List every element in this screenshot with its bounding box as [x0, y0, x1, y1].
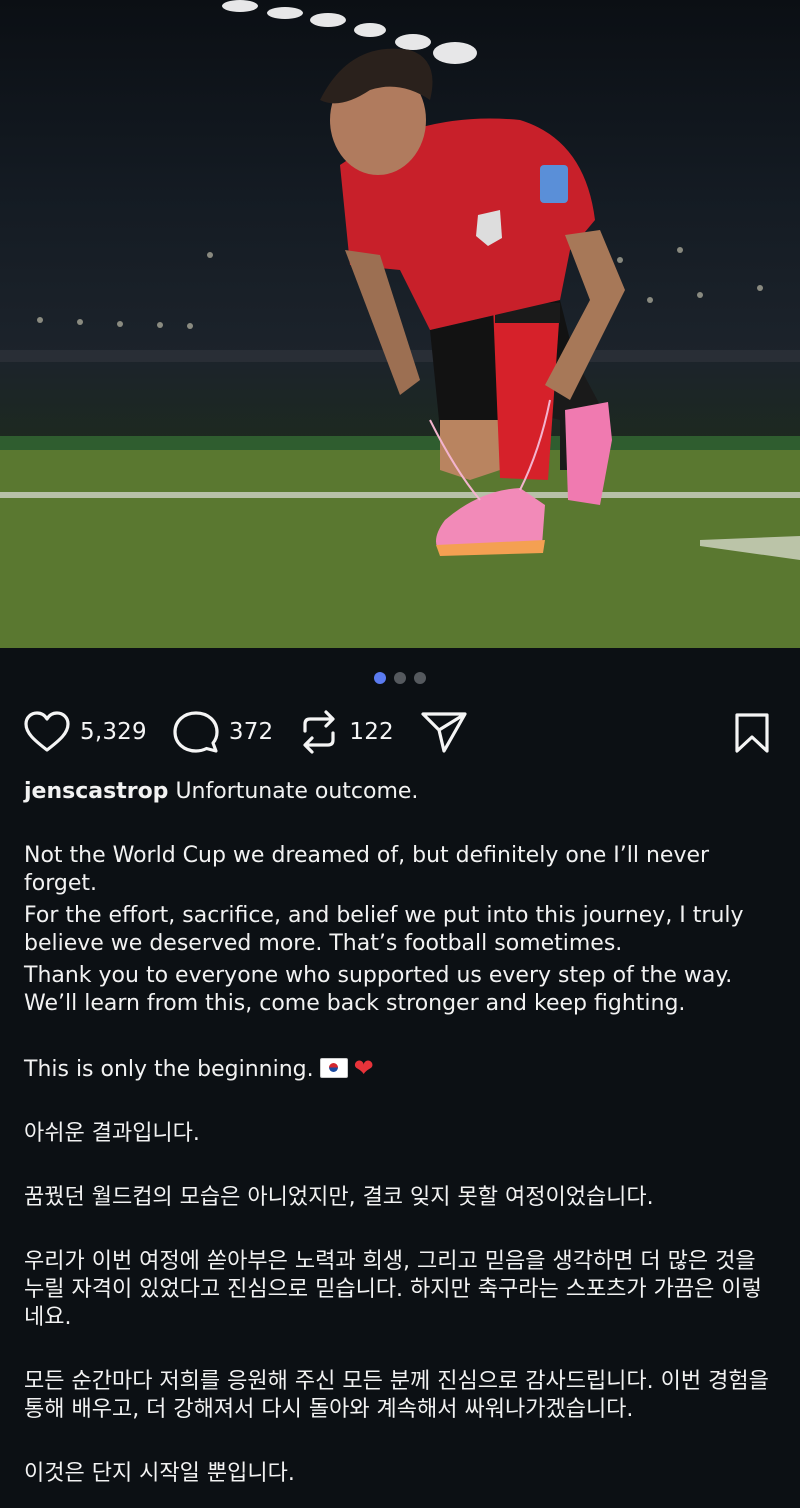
- bookmark-icon: [735, 713, 769, 753]
- carousel-dot-3[interactable]: [414, 672, 426, 684]
- player-photo-illustration: [0, 0, 800, 648]
- comment-button[interactable]: 372: [173, 710, 274, 754]
- username-link[interactable]: jenscastrop: [24, 779, 168, 804]
- carousel-indicator: [0, 672, 800, 684]
- caption-headline: Unfortunate outcome.: [175, 779, 419, 804]
- repost-button[interactable]: 122: [299, 709, 394, 755]
- carousel-dot-2[interactable]: [394, 672, 406, 684]
- caption-paragraph-ko: 우리가 이번 여정에 쏟아부은 노력과 희생, 그리고 믿음을 생각하면 더 많…: [24, 1249, 763, 1330]
- caption-paragraph: Thank you to everyone who supported us e…: [24, 963, 740, 1016]
- red-heart-icon: ❤: [353, 1054, 374, 1082]
- caption-paragraph-ko: 꿈꿨던 월드컵의 모습은 아니었지만, 결코 잊지 못할 여정이었습니다.: [24, 1185, 654, 1210]
- post-action-bar: 5,329 372 122: [24, 708, 776, 756]
- carousel-dot-1[interactable]: [374, 672, 386, 684]
- share-button[interactable]: [420, 710, 468, 754]
- repost-count: 122: [349, 719, 394, 745]
- caption-paragraph-ko: 모든 순간마다 저희를 응원해 주신 모든 분께 진심으로 감사드립니다. 이번…: [24, 1369, 776, 1422]
- like-button[interactable]: 5,329: [24, 711, 147, 753]
- caption-paragraph: Not the World Cup we dreamed of, but def…: [24, 843, 717, 896]
- caption-paragraph-ko: 아쉬운 결과입니다.: [24, 1121, 200, 1146]
- comment-bubble-icon: [173, 711, 219, 753]
- south-korea-flag-icon: [319, 1058, 348, 1078]
- caption-paragraph: For the effort, sacrifice, and belief we…: [24, 903, 751, 956]
- comment-count: 372: [228, 719, 274, 745]
- heart-icon: [24, 711, 70, 752]
- caption-first-line: jenscastrop Unfortunate outcome.: [24, 778, 776, 806]
- save-button[interactable]: [734, 712, 770, 758]
- caption-paragraph-ko: 이것은 단지 시작일 뿐입니다.: [24, 1461, 295, 1486]
- repost-icon: [303, 710, 335, 754]
- caption-paragraph-text: This is only the beginning.: [24, 1057, 314, 1082]
- post-caption: jenscastrop Unfortunate outcome. Not the…: [24, 778, 776, 1488]
- paper-plane-icon: [421, 712, 467, 753]
- like-count: 5,329: [80, 719, 147, 745]
- caption-paragraph-beginning: This is only the beginning. ❤: [24, 1054, 776, 1084]
- post-photo[interactable]: [0, 0, 800, 648]
